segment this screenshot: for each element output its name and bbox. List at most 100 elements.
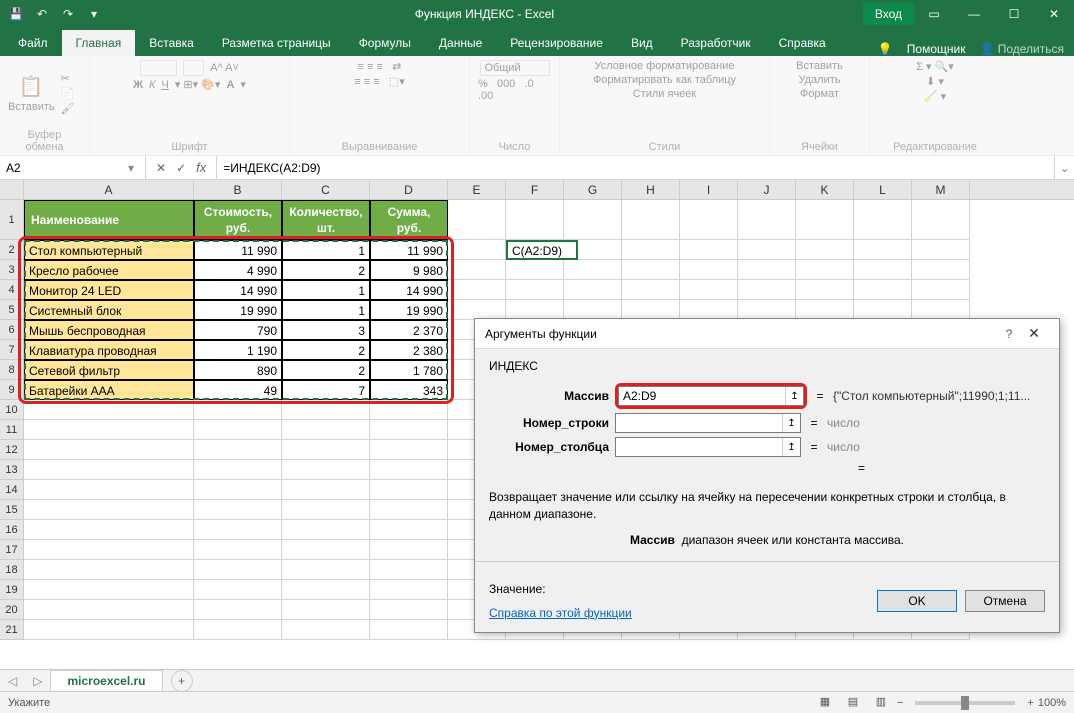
sheet-nav-prev-icon[interactable]: ◁ bbox=[0, 674, 25, 688]
namebox-dropdown-icon[interactable]: ▾ bbox=[123, 161, 139, 175]
table-cell[interactable]: 1 bbox=[282, 280, 370, 300]
tab-formulas[interactable]: Формулы bbox=[345, 30, 425, 56]
maximize-icon[interactable]: ☐ bbox=[994, 0, 1034, 28]
row-header[interactable]: 11 bbox=[0, 420, 24, 440]
tab-view[interactable]: Вид bbox=[617, 30, 667, 56]
enter-formula-icon[interactable]: ✓ bbox=[176, 161, 186, 175]
normal-view-icon[interactable]: ▦ bbox=[813, 694, 837, 712]
table-cell[interactable]: 890 bbox=[194, 360, 282, 380]
col-num-input[interactable] bbox=[616, 438, 782, 456]
dialog-help-icon[interactable]: ? bbox=[999, 327, 1019, 341]
undo-icon[interactable]: ↶ bbox=[30, 2, 54, 26]
add-sheet-icon[interactable]: + bbox=[171, 670, 193, 692]
table-cell[interactable]: 49 bbox=[194, 380, 282, 400]
row-header[interactable]: 5 bbox=[0, 300, 24, 320]
paste-icon[interactable]: 📋 bbox=[19, 74, 44, 99]
table-cell[interactable]: 7 bbox=[282, 380, 370, 400]
format-painter-icon[interactable]: 🖌 bbox=[61, 102, 75, 115]
table-cell[interactable]: 343 bbox=[370, 380, 448, 400]
dialog-close-icon[interactable]: ✕ bbox=[1019, 325, 1049, 342]
tab-file[interactable]: Файл bbox=[4, 30, 62, 56]
table-cell[interactable]: Стол компьютерный bbox=[24, 240, 194, 260]
table-cell[interactable]: 3 bbox=[282, 320, 370, 340]
table-cell[interactable]: Монитор 24 LED bbox=[24, 280, 194, 300]
col-header[interactable]: I bbox=[680, 180, 738, 199]
collapse-dialog-icon[interactable]: ↥ bbox=[782, 438, 800, 456]
table-cell[interactable]: 19 990 bbox=[370, 300, 448, 320]
row-header[interactable]: 21 bbox=[0, 620, 24, 640]
zoom-in-icon[interactable]: + bbox=[1027, 697, 1033, 709]
row-header[interactable]: 16 bbox=[0, 520, 24, 540]
table-cell[interactable]: 1 bbox=[282, 240, 370, 260]
ribbon-options-icon[interactable]: ▭ bbox=[914, 0, 954, 28]
table-cell[interactable]: 11 990 bbox=[194, 240, 282, 260]
col-header[interactable]: M bbox=[912, 180, 970, 199]
tab-review[interactable]: Рецензирование bbox=[496, 30, 617, 56]
page-break-icon[interactable]: ▥ bbox=[869, 694, 893, 712]
zoom-level[interactable]: 100% bbox=[1038, 697, 1066, 709]
expand-formula-icon[interactable]: ⌄ bbox=[1054, 156, 1074, 179]
ok-button[interactable]: OK bbox=[877, 590, 957, 612]
row-header[interactable]: 3 bbox=[0, 260, 24, 280]
zoom-out-icon[interactable]: − bbox=[897, 697, 903, 709]
cancel-formula-icon[interactable]: ✕ bbox=[156, 161, 166, 175]
table-cell[interactable]: 14 990 bbox=[370, 280, 448, 300]
page-layout-icon[interactable]: ▤ bbox=[841, 694, 865, 712]
assistant-label[interactable]: Помощник bbox=[907, 42, 966, 56]
table-cell[interactable]: Сетевой фильтр bbox=[24, 360, 194, 380]
signin-button[interactable]: Вход bbox=[863, 3, 914, 25]
col-header[interactable]: A bbox=[24, 180, 194, 199]
col-header[interactable]: G bbox=[564, 180, 622, 199]
table-cell[interactable]: Клавиатура проводная bbox=[24, 340, 194, 360]
row-header[interactable]: 13 bbox=[0, 460, 24, 480]
table-cell[interactable]: 1 bbox=[282, 300, 370, 320]
tab-layout[interactable]: Разметка страницы bbox=[208, 30, 345, 56]
active-cell[interactable]: С(A2:D9) bbox=[506, 240, 578, 260]
qat-dropdown-icon[interactable]: ▾ bbox=[82, 2, 106, 26]
col-header[interactable]: E bbox=[448, 180, 506, 199]
table-cell[interactable]: 1 190 bbox=[194, 340, 282, 360]
row-header[interactable]: 8 bbox=[0, 360, 24, 380]
cut-icon[interactable]: ✂ bbox=[61, 72, 75, 85]
zoom-slider[interactable] bbox=[915, 701, 1015, 705]
redo-icon[interactable]: ↷ bbox=[56, 2, 80, 26]
save-icon[interactable]: 💾 bbox=[4, 2, 28, 26]
tab-data[interactable]: Данные bbox=[425, 30, 496, 56]
table-cell[interactable]: Батарейки AAA bbox=[24, 380, 194, 400]
table-cell[interactable]: Системный блок bbox=[24, 300, 194, 320]
row-header[interactable]: 12 bbox=[0, 440, 24, 460]
table-cell[interactable]: 19 990 bbox=[194, 300, 282, 320]
table-cell[interactable]: 14 990 bbox=[194, 280, 282, 300]
row-header[interactable]: 10 bbox=[0, 400, 24, 420]
row-num-input[interactable] bbox=[616, 414, 782, 432]
collapse-dialog-icon[interactable]: ↥ bbox=[782, 414, 800, 432]
row-header[interactable]: 4 bbox=[0, 280, 24, 300]
table-cell[interactable]: 790 bbox=[194, 320, 282, 340]
tab-developer[interactable]: Разработчик bbox=[667, 30, 765, 56]
close-icon[interactable]: ✕ bbox=[1034, 0, 1074, 28]
col-header[interactable]: B bbox=[194, 180, 282, 199]
table-cell[interactable]: 4 990 bbox=[194, 260, 282, 280]
row-header[interactable]: 18 bbox=[0, 560, 24, 580]
table-cell[interactable]: Мышь беспроводная bbox=[24, 320, 194, 340]
row-header[interactable]: 19 bbox=[0, 580, 24, 600]
tab-home[interactable]: Главная bbox=[62, 30, 136, 56]
table-header[interactable]: Количество, шт. bbox=[282, 200, 370, 240]
table-cell[interactable]: Кресло рабочее bbox=[24, 260, 194, 280]
select-all-corner[interactable] bbox=[0, 180, 24, 199]
row-header[interactable]: 6 bbox=[0, 320, 24, 340]
tab-insert[interactable]: Вставка bbox=[135, 30, 208, 56]
col-header[interactable]: J bbox=[738, 180, 796, 199]
name-box[interactable]: A2▾ bbox=[0, 156, 146, 179]
minimize-icon[interactable]: — bbox=[954, 0, 994, 28]
table-cell[interactable]: 11 990 bbox=[370, 240, 448, 260]
row-header[interactable]: 14 bbox=[0, 480, 24, 500]
col-header[interactable]: C bbox=[282, 180, 370, 199]
fx-icon[interactable]: fx bbox=[196, 160, 206, 175]
table-cell[interactable]: 9 980 bbox=[370, 260, 448, 280]
function-help-link[interactable]: Справка по этой функции bbox=[489, 606, 632, 620]
table-header[interactable]: Сумма, руб. bbox=[370, 200, 448, 240]
tab-help[interactable]: Справка bbox=[765, 30, 840, 56]
cancel-button[interactable]: Отмена bbox=[965, 590, 1045, 612]
table-header[interactable]: Наименование bbox=[24, 200, 194, 240]
